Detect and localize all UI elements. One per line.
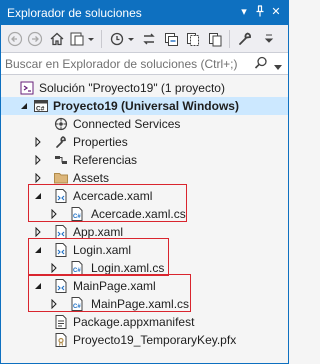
- item-label: Proyecto19_TemporaryKey.pfx: [73, 333, 237, 347]
- highlight-box-acercade: [28, 184, 187, 222]
- overflow-icon: [264, 34, 274, 43]
- window-position-dropdown[interactable]: ▾: [237, 5, 251, 19]
- tree-row-temporary-key[interactable]: Proyecto19_TemporaryKey.pfx: [1, 331, 288, 349]
- properties-icon: [56, 136, 66, 148]
- forward-icon: [27, 31, 43, 47]
- project-badge: C#: [36, 106, 45, 113]
- collapsed-arrow-icon[interactable]: [33, 173, 43, 183]
- pin-icon: [256, 5, 264, 17]
- item-label: Properties: [73, 135, 128, 149]
- search-input[interactable]: [5, 55, 257, 73]
- show-all-files-button[interactable]: [183, 29, 203, 49]
- pending-changes-icon: [110, 32, 134, 46]
- forward-button[interactable]: [25, 29, 45, 49]
- search-icon: [254, 56, 267, 69]
- toolbar-separator: [229, 30, 230, 48]
- references-icon: [55, 156, 67, 164]
- connected-services-icon: [54, 117, 68, 131]
- show-all-files-icon: [187, 33, 199, 46]
- collapsed-arrow-icon[interactable]: [33, 137, 43, 147]
- highlight-box-login: [28, 238, 169, 276]
- switch-views-button[interactable]: [67, 29, 97, 49]
- tree-row-solution[interactable]: Solución "Proyecto19" (1 proyecto): [1, 79, 288, 97]
- chevron-down-icon: [274, 65, 282, 70]
- project-label: Proyecto19 (Universal Windows): [53, 99, 239, 113]
- tree-row-properties[interactable]: Properties: [1, 133, 288, 151]
- solution-explorer-window: Explorador de soluciones ▾ ✕ Buscar en E…: [0, 0, 289, 364]
- sync-button[interactable]: [139, 29, 159, 49]
- item-label: Assets: [73, 171, 110, 185]
- properties-wrench-icon: [239, 32, 252, 45]
- tree-row-project[interactable]: C# Proyecto19 (Universal Windows): [1, 97, 288, 115]
- item-label: Connected Services: [73, 117, 181, 131]
- pin-button[interactable]: [253, 5, 267, 19]
- certificate-icon: [55, 333, 67, 347]
- highlight-box-mainpage: [28, 274, 191, 312]
- item-label: App.xaml: [73, 225, 124, 239]
- home-icon: [50, 32, 64, 46]
- manifest-icon: [55, 315, 67, 329]
- expanded-arrow-icon[interactable]: [19, 101, 29, 111]
- collapsed-arrow-icon[interactable]: [33, 227, 43, 237]
- collapse-all-icon: [165, 33, 178, 46]
- toolbar: [1, 25, 288, 53]
- tree-row-package-manifest[interactable]: Package.appxmanifest: [1, 313, 288, 331]
- collapsed-arrow-icon[interactable]: [33, 155, 43, 165]
- sync-icon: [143, 33, 155, 45]
- tree-row-referencias[interactable]: Referencias: [1, 151, 288, 169]
- solution-tree: Solución "Proyecto19" (1 proyecto) C# Pr…: [1, 75, 288, 363]
- search-options-dropdown[interactable]: [274, 60, 282, 74]
- item-label: Package.appxmanifest: [73, 315, 195, 329]
- copy-view-button[interactable]: [205, 29, 225, 49]
- item-label: Referencias: [73, 153, 138, 167]
- solution-icon: [20, 81, 34, 95]
- switch-views-icon: [70, 32, 94, 46]
- csharp-project-icon: C#: [34, 100, 48, 113]
- properties-wrench-button[interactable]: [235, 29, 255, 49]
- tree-row-connected-services[interactable]: Connected Services: [1, 115, 288, 133]
- window-title: Explorador de soluciones: [7, 6, 142, 20]
- search-button[interactable]: [254, 56, 268, 73]
- collapse-all-button[interactable]: [161, 29, 181, 49]
- close-button[interactable]: ✕: [269, 5, 283, 19]
- toolbar-overflow-button[interactable]: [259, 29, 283, 49]
- back-button[interactable]: [5, 29, 25, 49]
- back-icon: [7, 31, 23, 47]
- title-bar: Explorador de soluciones ▾ ✕: [1, 1, 288, 25]
- solution-label: Solución "Proyecto19" (1 proyecto): [39, 81, 225, 95]
- pending-changes-button[interactable]: [107, 29, 137, 49]
- toolbar-separator: [101, 30, 102, 48]
- search-box: [1, 53, 288, 75]
- copy-view-icon: [209, 33, 222, 47]
- home-button[interactable]: [47, 29, 67, 49]
